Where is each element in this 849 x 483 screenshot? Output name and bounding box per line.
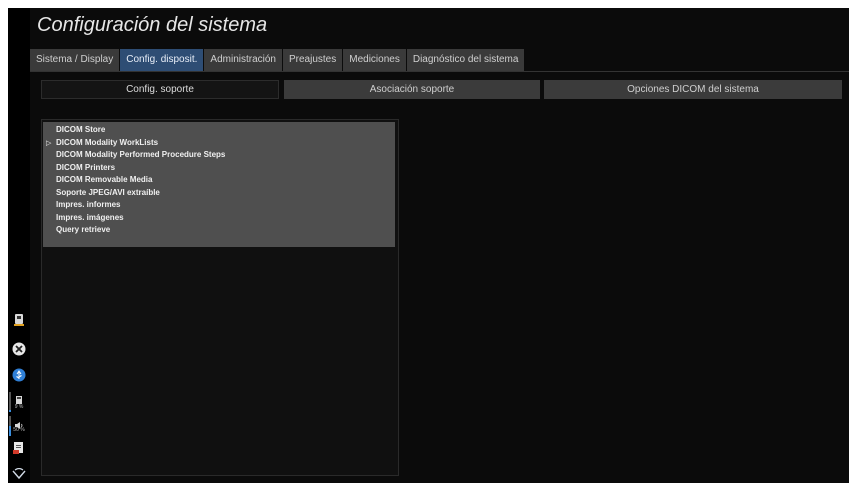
tab-administracion[interactable]: Administración [204,49,282,71]
tree-item-label: DICOM Printers [56,162,116,172]
close-circle-icon-graphic [12,342,26,356]
tree-item-query-retrieve[interactable]: Query retrieve [43,224,395,237]
storage-level-fill [9,410,11,412]
tree-item-label: DICOM Modality Performed Procedure Steps [56,150,226,159]
details-pane [403,119,843,476]
network-icon-graphic [12,467,26,480]
subtab-config-soporte[interactable]: Config. soporte [41,80,279,99]
status-rail: 9 % 50 % [8,8,30,483]
tree-item-label: Impres. imágenes [56,212,124,222]
tab-mediciones[interactable]: Mediciones [343,49,406,71]
tree-item-dicom-removable-media[interactable]: DICOM Removable Media [43,174,395,187]
tree-item-dicom-printers[interactable]: DICOM Printers [43,162,395,175]
network-icon[interactable] [10,465,28,483]
disk-icon[interactable] [10,313,28,330]
volume-percent: 50 % [13,427,25,433]
tree-item-label: Query retrieve [56,225,111,234]
tree-item-impres-imagenes[interactable]: Impres. imágenes [43,212,395,225]
page-title: Configuración del sistema [37,14,268,36]
report-icon-graphic [13,442,23,454]
usb-icon-graphic [12,368,26,382]
expand-arrow-icon[interactable]: ▷ [46,137,51,150]
tab-divider [30,71,849,72]
tree-item-dicom-modality-worklists[interactable]: ▷ DICOM Modality WorkLists [43,137,395,150]
tree-item-dicom-store[interactable]: DICOM Store [43,124,395,137]
close-circle-icon[interactable] [10,341,28,360]
tree-item-label: DICOM Store [56,125,106,134]
tree-item-label: DICOM Removable Media [56,175,153,184]
system-configuration-screen: 9 % 50 % Configuración del sistema Siste… [8,8,849,483]
tab-preajustes[interactable]: Preajustes [283,49,343,71]
tree-item-label: DICOM Modality WorkLists [56,137,159,147]
tree-item-dicom-mpps[interactable]: DICOM Modality Performed Procedure Steps [43,149,395,162]
disk-icon-graphic [14,314,24,326]
usb-icon[interactable] [10,367,28,386]
tree-item-jpeg-avi[interactable]: Soporte JPEG/AVI extraíble [43,187,395,200]
tab-diagnostico[interactable]: Diagnóstico del sistema [406,49,525,71]
tree-item-impres-informes[interactable]: Impres. informes [43,199,395,212]
report-icon[interactable] [10,440,28,459]
media-config-tree-panel: DICOM Store ▷ DICOM Modality WorkLists D… [41,119,399,476]
main-tab-bar: Sistema / Display Config. disposit. Admi… [30,49,525,71]
storage-percent: 9 % [14,404,24,410]
subtab-asociacion-soporte[interactable]: Asociación soporte [284,80,540,99]
tab-config-disposit[interactable]: Config. disposit. [120,49,204,71]
media-config-tree: DICOM Store ▷ DICOM Modality WorkLists D… [43,122,395,247]
tree-item-label: Soporte JPEG/AVI extraíble [56,187,160,197]
tree-item-label: Impres. informes [56,200,121,209]
tab-sistema-display[interactable]: Sistema / Display [30,49,120,71]
subtab-opciones-dicom[interactable]: Opciones DICOM del sistema [544,80,842,99]
